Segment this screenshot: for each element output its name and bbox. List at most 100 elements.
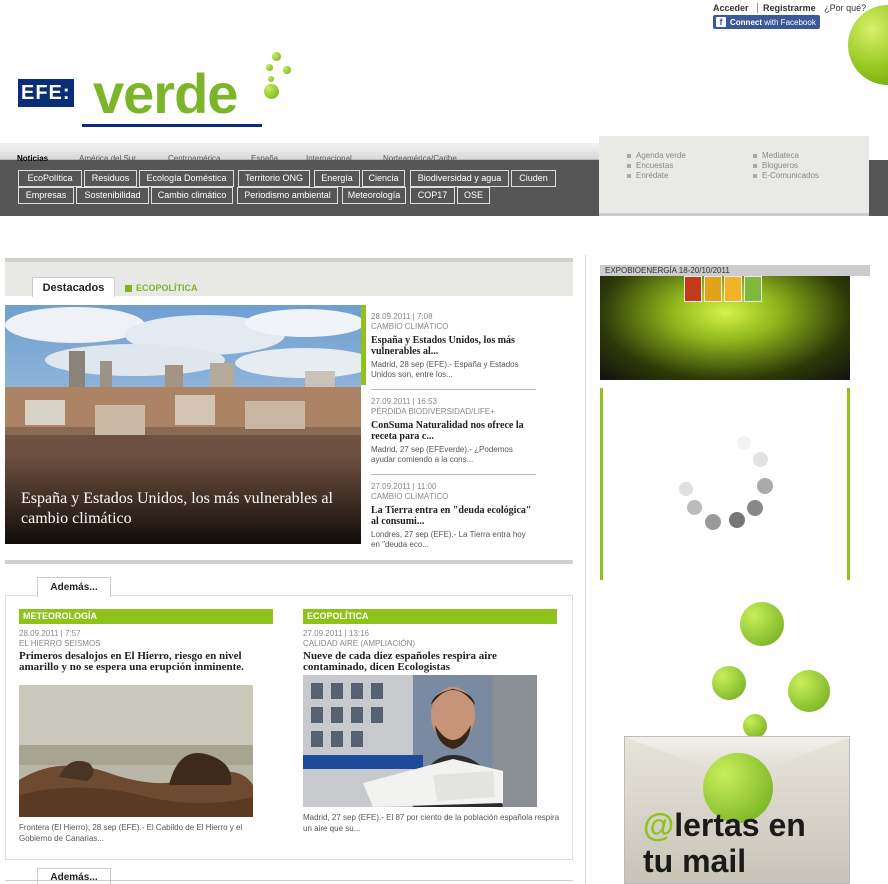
nav-ecopolitica[interactable]: EcoPolítica: [18, 170, 82, 187]
story-date: 27.09.2011 | 11:00: [371, 482, 437, 491]
menu-enredate[interactable]: Enrédate: [627, 171, 668, 180]
envelope-icon: @lertas en tu mail: [624, 736, 851, 884]
story-1[interactable]: 28.09.2011 | 7:08 CAMBIO CLIMÁTICO Españ…: [371, 312, 536, 380]
story-category: CALIDAD AIRE (AMPLIACIÓN): [303, 639, 416, 648]
menu-mediateca[interactable]: Mediateca: [753, 151, 799, 160]
divider: [371, 474, 536, 475]
story-category: CAMBIO CLIMÁTICO: [371, 322, 449, 331]
el-hierro-landscape: [19, 685, 253, 817]
nav-residuos[interactable]: Residuos: [84, 170, 137, 187]
logo-dot: [272, 52, 281, 61]
nav-meteorologia[interactable]: Meteorología: [342, 187, 406, 204]
alertas-email-banner[interactable]: @lertas en tu mail: [600, 590, 870, 884]
tab-centroamerica[interactable]: Centroamérica: [168, 154, 220, 163]
divider: [5, 880, 573, 881]
nav-ose[interactable]: OSE: [457, 187, 490, 204]
drop-icon: [704, 276, 722, 302]
story-date: 28.09.2011 | 7:57: [19, 629, 81, 638]
tab-ademas-2[interactable]: Además...: [37, 868, 111, 884]
logo-underline: [82, 124, 262, 127]
fire-icon: [684, 276, 702, 302]
loading-widget: [600, 388, 850, 580]
spinner-dot: [757, 478, 773, 494]
featured-image-madrid[interactable]: España y Estados Unidos, los más vulnera…: [5, 305, 361, 544]
nav-cambio-climatico[interactable]: Cambio climático: [151, 187, 233, 204]
logo-dot: [283, 66, 291, 74]
man-reading-newspaper-photo[interactable]: [303, 675, 537, 807]
el-hierro-photo[interactable]: [19, 685, 253, 817]
story-snippet: Madrid, 28 sep (EFE).- España y Estados …: [371, 360, 519, 379]
menu-e-comunicados[interactable]: E-Comunicados: [753, 171, 819, 180]
section-label-meteorologia[interactable]: METEOROLOGÍA: [19, 609, 273, 624]
nav-empresas[interactable]: Empresas: [18, 187, 74, 204]
login-link[interactable]: Acceder: [713, 3, 749, 13]
nav-sostenibilidad[interactable]: Sostenibilidad: [76, 187, 149, 204]
logo-dot: [264, 84, 279, 99]
nav-ciencia[interactable]: Ciencia: [362, 170, 405, 187]
spinner-dot: [737, 436, 751, 450]
story-title[interactable]: Nueve de cada diez españoles respira air…: [303, 651, 553, 673]
story-category: PÉRDIDA BIODIVERSIDAD/LIFE+: [371, 407, 495, 416]
story-category: CAMBIO CLIMÁTICO: [371, 492, 449, 501]
story-date: 28.09.2011 | 7:08: [371, 312, 433, 321]
facebook-connect-button[interactable]: f Connect with Facebook: [713, 15, 820, 29]
story-3[interactable]: 27.09.2011 | 11:00 CAMBIO CLIMÁTICO La T…: [371, 482, 536, 550]
menu-agenda-verde[interactable]: Agenda verde: [627, 151, 686, 160]
nav-energia[interactable]: Energía: [314, 170, 360, 187]
story-title[interactable]: España y Estados Unidos, los más vulnera…: [371, 335, 536, 357]
tab-ecopolitica[interactable]: ECOPOLÍTICA: [125, 283, 198, 293]
tab-noticias[interactable]: Noticias: [17, 154, 48, 163]
logo-efe-text: EFE:: [18, 79, 74, 107]
sun-icon: [724, 276, 742, 302]
tab-destacados[interactable]: Destacados: [32, 277, 115, 297]
story-snippet: Madrid, 27 sep (EFE).- El 87 por ciento …: [303, 813, 560, 833]
expobioenergia-label[interactable]: EXPOBIOENERGÍA 18-20/10/2011: [600, 265, 870, 276]
story-title[interactable]: Primeros desalojos en El Hierro, riesgo …: [19, 651, 269, 673]
story-title[interactable]: ConSuma Naturalidad nos ofrece la receta…: [371, 420, 536, 442]
section-label-ecopolitica[interactable]: ECOPOLÍTICA: [303, 609, 557, 624]
tab-ademas[interactable]: Además...: [37, 577, 111, 597]
story-snippet: Madrid, 27 sep (EFEverde).- ¿Podemos ayu…: [371, 445, 513, 464]
nav-territorio-ong[interactable]: Territorio ONG: [238, 170, 310, 187]
facebook-connect-label: Connect: [730, 17, 762, 27]
tab-espana[interactable]: España: [251, 154, 278, 163]
nav-cop17[interactable]: COP17: [410, 187, 455, 204]
efeverde-logo[interactable]: EFE: verde: [18, 52, 298, 138]
tab-internacional[interactable]: Internacional: [306, 154, 352, 163]
expobioenergia-banner[interactable]: [600, 276, 850, 380]
tab-america-del-sur[interactable]: América del Sur: [79, 154, 136, 163]
green-ball: [743, 714, 767, 738]
register-link[interactable]: Registrarme: [757, 3, 816, 13]
secondary-menu: Agenda verde Encuestas Enrédate Mediatec…: [599, 136, 869, 216]
story-2[interactable]: 27.09.2011 | 16:53 PÉRDIDA BIODIVERSIDAD…: [371, 397, 536, 465]
logo-dot: [268, 76, 274, 82]
featured-caption[interactable]: España y Estados Unidos, los más vulnera…: [21, 489, 351, 529]
green-ball: [712, 666, 746, 700]
story-snippet: Frontera (El Hierro), 28 sep (EFE).- El …: [19, 823, 243, 843]
green-ball: [788, 670, 830, 712]
tab-norteamerica-caribe[interactable]: Norteamérica/Caribe: [383, 154, 457, 163]
story-title[interactable]: La Tierra entra en "deuda ecológica" al …: [371, 505, 536, 527]
spinner-dot: [729, 512, 745, 528]
divider: [371, 389, 536, 390]
story-date: 27.09.2011 | 13:16: [303, 629, 369, 638]
spinner-dot: [687, 500, 702, 515]
logo-efe: EFE:: [18, 79, 74, 107]
nav-ciuden[interactable]: Ciuden: [511, 170, 556, 187]
nav-ecologia-domestica[interactable]: Ecología Doméstica: [139, 170, 234, 187]
why-link[interactable]: ¿Por qué?: [824, 3, 866, 13]
alertas-text-1: @lertas en: [643, 807, 806, 843]
logo-verde-text: verde: [93, 62, 238, 125]
nav-biodiversidad-agua[interactable]: Biodiversidad y agua: [410, 170, 509, 187]
menu-encuestas[interactable]: Encuestas: [627, 161, 673, 170]
alertas-line-1: @lertas en: [643, 807, 806, 843]
top-links: Acceder Registrarme ¿Por qué?: [713, 3, 866, 13]
spinner-dot: [753, 452, 768, 467]
alertas-line-2: tu mail: [643, 843, 747, 879]
green-ball: [740, 602, 784, 646]
menu-blogueros[interactable]: Blogueros: [753, 161, 798, 170]
decorative-green-ball: [848, 5, 888, 85]
story-date: 27.09.2011 | 16:53: [371, 397, 437, 406]
nav-periodismo-ambiental[interactable]: Periodismo ambiental: [237, 187, 338, 204]
spinner-dot: [747, 500, 763, 516]
